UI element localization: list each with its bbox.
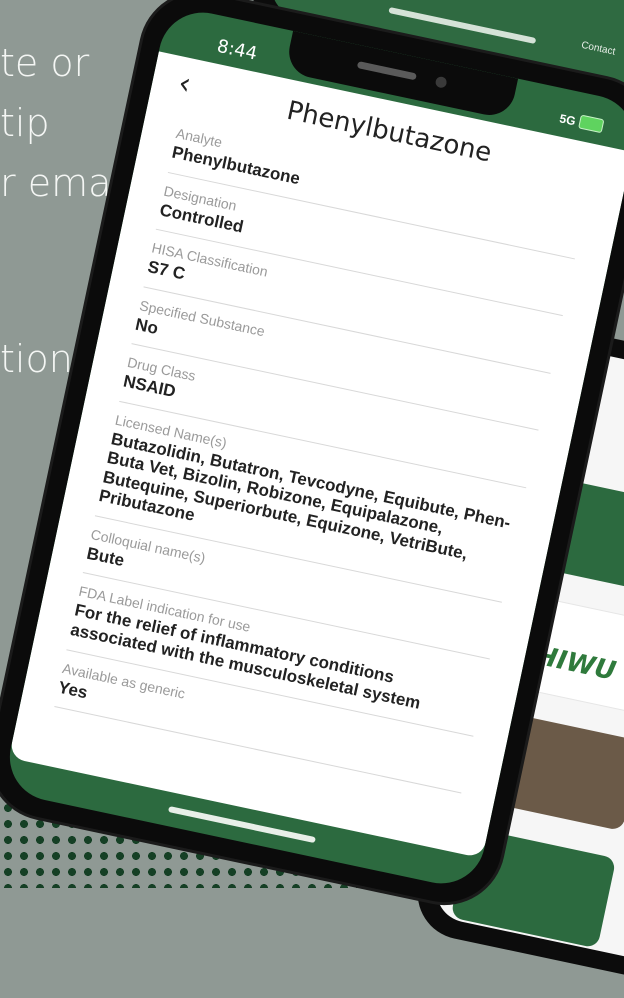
network-indicator: 5G bbox=[558, 111, 577, 129]
background-text-line-2: tip bbox=[0, 101, 50, 145]
hiwu-logo: HIWU bbox=[532, 640, 619, 687]
status-time: 8:44 bbox=[215, 35, 260, 65]
camera-icon bbox=[434, 75, 448, 89]
battery-icon bbox=[578, 114, 605, 134]
field-list: Analyte Phenylbutazone Designation Contr… bbox=[54, 115, 587, 794]
speaker-grille bbox=[356, 61, 417, 81]
background-text-line-1: te or bbox=[0, 41, 90, 85]
top-phone-contact-label[interactable]: Contact bbox=[580, 40, 616, 58]
